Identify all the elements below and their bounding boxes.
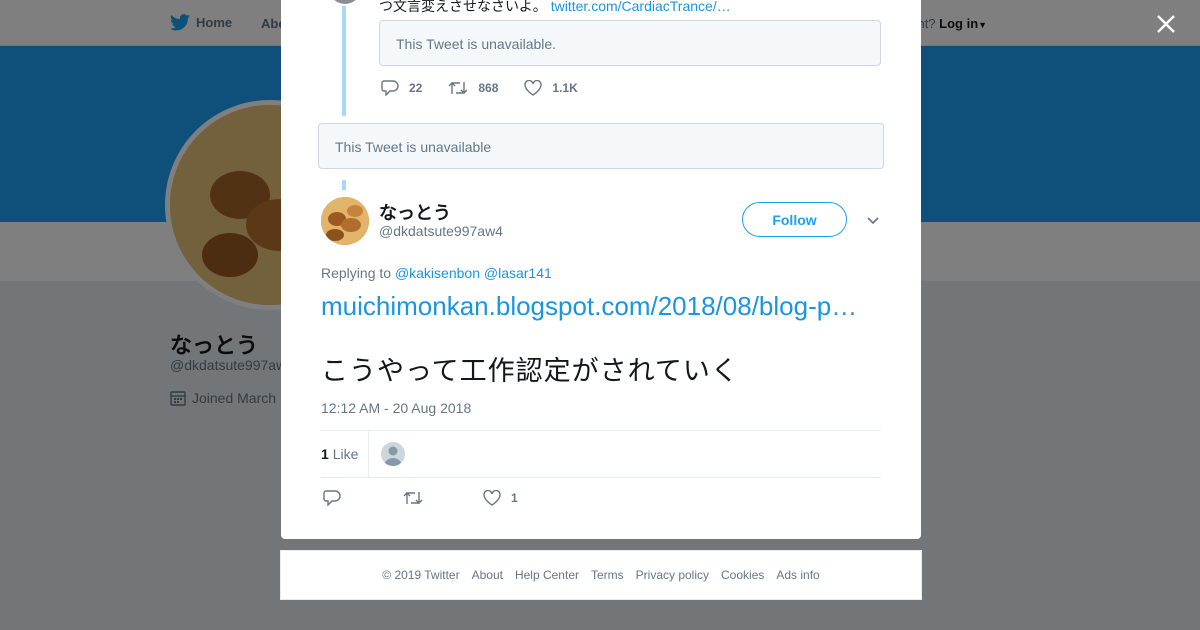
mention-link[interactable]: @kakisenbon [395,265,480,281]
heart-icon [524,80,543,96]
author-name[interactable]: なっとう [379,199,451,225]
like-button[interactable]: 1 [483,490,518,506]
retweet-count: 868 [478,81,499,95]
footer-copyright: © 2019 Twitter [382,568,460,582]
unavailable-tweet-notice: This Tweet is unavailable [318,123,884,169]
thread-connector [342,180,346,190]
previous-tweet-link[interactable]: twitter.com/CardiacTrance/… [551,0,731,14]
reply-count: 22 [409,81,423,95]
like-stat-count: 1 [321,446,329,462]
footer: © 2019 Twitter About Help Center Terms P… [280,550,922,600]
footer-terms-link[interactable]: Terms [591,568,624,582]
reply-button[interactable] [323,490,403,506]
natto-image [321,197,369,245]
chevron-down-icon[interactable] [865,212,881,228]
like-stat-label: Like [332,446,359,462]
footer-ads-link[interactable]: Ads info [776,568,819,582]
like-count: 1 [511,491,518,505]
author-handle[interactable]: @dkdatsute997aw4 [379,223,503,239]
replying-prefix: Replying to [321,265,392,281]
footer-cookies-link[interactable]: Cookies [721,568,764,582]
tweet-actions: 1 [323,490,518,506]
reply-icon [381,80,399,96]
like-stat[interactable]: 1 Like [321,446,358,462]
retweet-icon [448,82,468,94]
mention-link[interactable]: @lasar141 [484,265,552,281]
retweet-button[interactable]: 868 [448,80,498,96]
quoted-tweet-unavailable: This Tweet is unavailable. [379,20,881,66]
like-button[interactable]: 1.1K [524,80,578,96]
retweet-button[interactable] [403,490,483,506]
footer-help-link[interactable]: Help Center [515,568,579,582]
retweet-icon [403,492,423,504]
footer-privacy-link[interactable]: Privacy policy [636,568,709,582]
follow-button[interactable]: Follow [742,202,847,237]
default-user-icon [384,446,402,466]
footer-about-link[interactable]: About [472,568,503,582]
heart-icon [483,490,501,506]
tweet-timestamp: 12:12 AM - 20 Aug 2018 [321,400,472,416]
author-avatar[interactable] [321,197,369,245]
tweet-permalink-modal: つ文言変えさせなさいよ。 twitter.com/CardiacTrance/… … [281,0,921,539]
previous-tweet-avatar[interactable] [329,0,361,4]
previous-tweet-actions: 22 868 1.1K [381,80,604,96]
liker-avatar[interactable] [381,442,405,466]
previous-tweet-text: つ文言変えさせなさいよ。 twitter.com/CardiacTrance/… [379,0,731,16]
tweet-url-link[interactable]: muichimonkan.blogspot.com/2018/08/blog-p… [321,290,861,322]
tweet-stats: 1 Like [321,430,881,478]
thread-connector [342,6,346,116]
close-icon[interactable] [1154,12,1178,36]
reply-button[interactable]: 22 [381,80,422,96]
replying-to: Replying to @kakisenbon @lasar141 [321,265,552,281]
like-count: 1.1K [552,81,578,95]
divider [368,431,369,478]
reply-icon [323,490,341,506]
previous-tweet-body: つ文言変えさせなさいよ。 [379,0,547,14]
tweet-text: こうやって工作認定がされていく [321,356,739,386]
